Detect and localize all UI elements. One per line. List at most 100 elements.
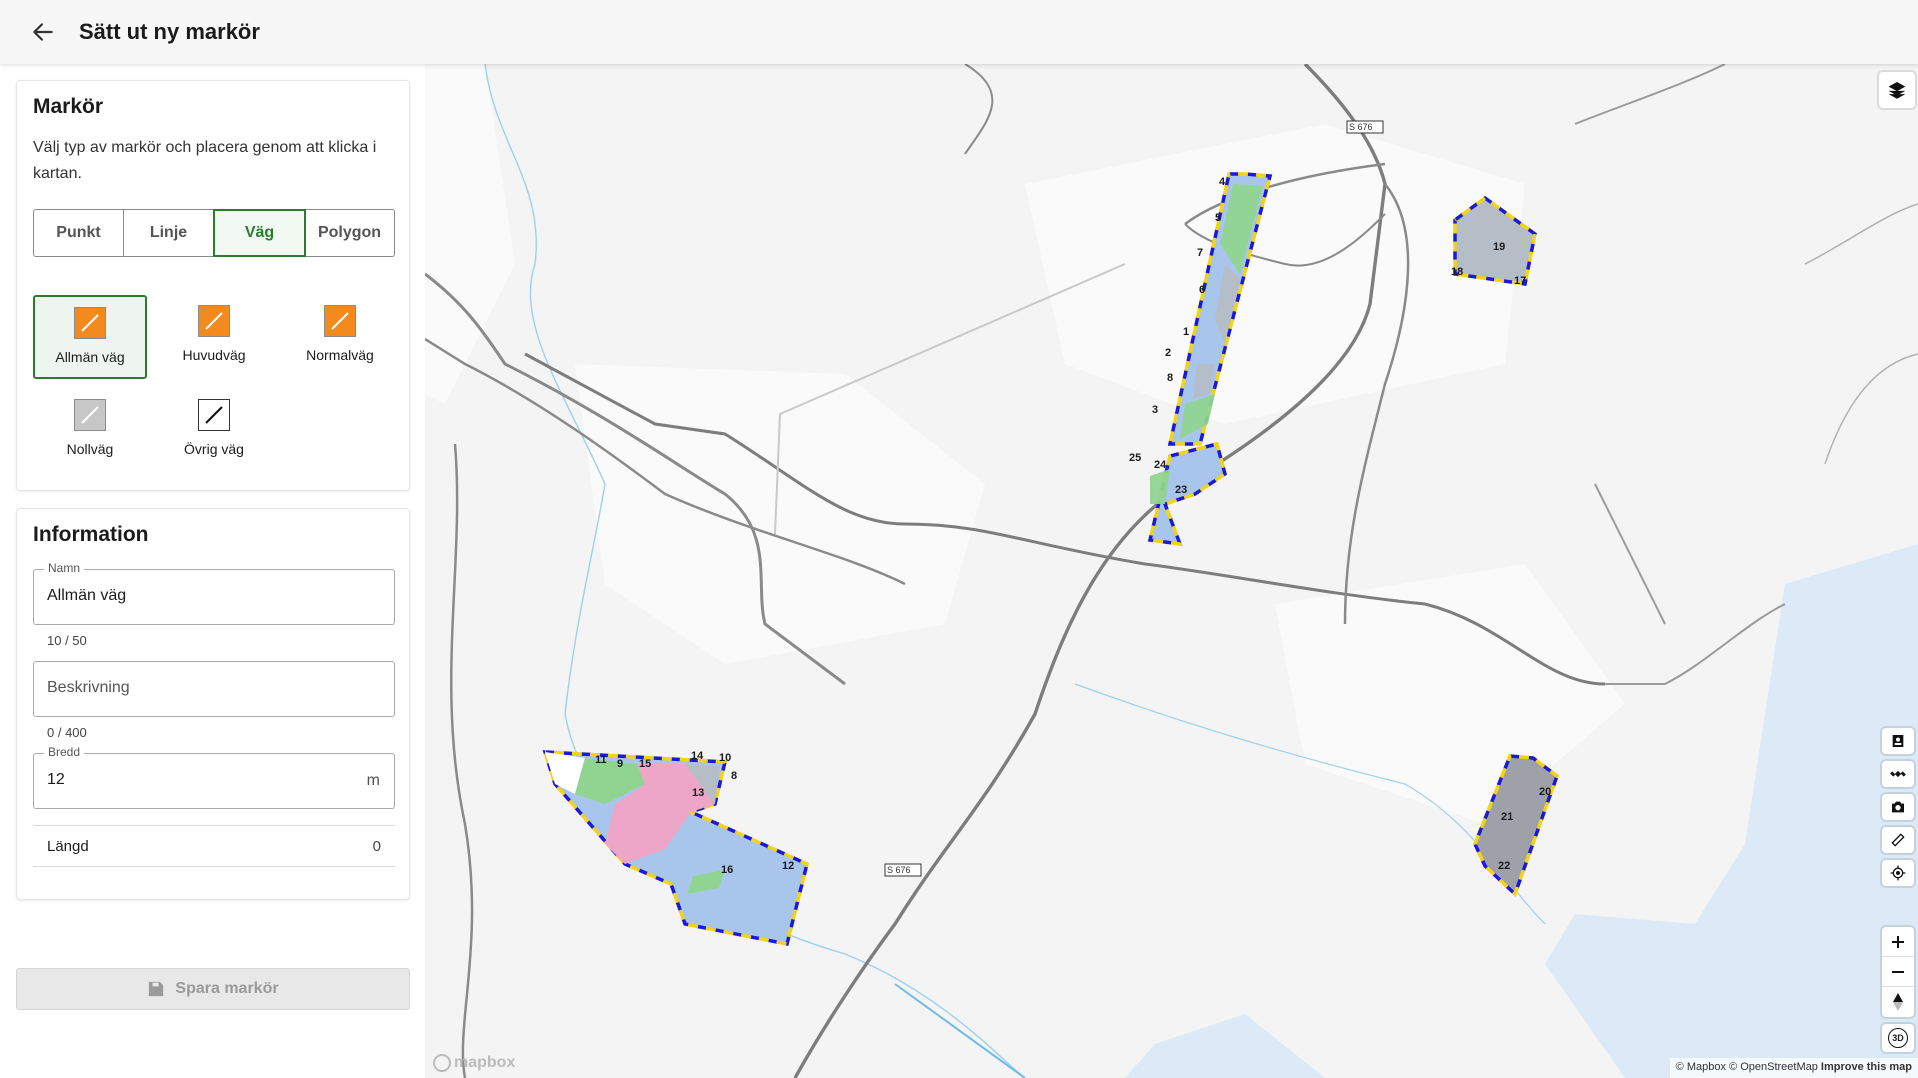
satellite-icon — [1890, 770, 1906, 778]
road-type-normalvag[interactable]: Normalväg — [283, 295, 397, 379]
name-counter: 10 / 50 — [47, 633, 87, 648]
description-field[interactable]: Beskrivning — [33, 661, 395, 717]
parcel-label: 14 — [691, 750, 704, 762]
map-attribution: © Mapbox © OpenStreetMap Improve this ma… — [1669, 1058, 1918, 1078]
parcel-label: 24 — [1154, 459, 1167, 471]
parcel-label: 21 — [1501, 811, 1514, 823]
parcel-label: 17 — [1514, 275, 1527, 287]
mapbox-logo-icon — [433, 1054, 451, 1072]
zoom-out-button[interactable] — [1882, 957, 1914, 987]
parcel-label: 6 — [1199, 284, 1206, 296]
parcel-label: 22 — [1498, 860, 1511, 872]
width-unit: m — [366, 772, 380, 789]
zoom-in-button[interactable] — [1882, 927, 1914, 957]
marker-card: Markör Välj typ av markör och placera ge… — [16, 80, 410, 491]
name-field-value: Allmän väg — [47, 587, 127, 604]
layers-button[interactable] — [1879, 72, 1915, 108]
satellite-button[interactable] — [1882, 761, 1914, 787]
parcel-label: 7 — [1197, 247, 1204, 259]
zoom-controls — [1882, 927, 1914, 1017]
road-type-label: Normalväg — [306, 347, 374, 363]
road-swatch-icon — [198, 305, 230, 337]
top-bar: Sätt ut ny markör — [0, 0, 1918, 64]
road-type-label: Övrig väg — [184, 441, 244, 457]
road-type-ovrig-vag[interactable]: Övrig väg — [157, 389, 271, 473]
parcel-label: 8 — [1167, 372, 1174, 384]
page-title: Sätt ut ny markör — [79, 19, 260, 44]
road-swatch-icon — [324, 305, 356, 337]
parcel-label: 23 — [1175, 484, 1188, 496]
attribution-improve[interactable]: Improve this map — [1821, 1061, 1912, 1073]
save-icon — [149, 981, 164, 997]
contact-icon — [1892, 735, 1904, 747]
compass-button[interactable] — [1882, 987, 1914, 1017]
segment-polygon[interactable]: Polygon — [305, 210, 394, 256]
3d-icon: 3D — [1888, 1028, 1908, 1048]
marker-card-title: Markör — [33, 95, 104, 118]
description-counter: 0 / 400 — [47, 725, 87, 740]
attribution-mapbox[interactable]: © Mapbox — [1676, 1061, 1726, 1073]
road-label: S 676 — [887, 865, 911, 875]
camera-icon — [1892, 801, 1904, 813]
zoom-out-icon — [1892, 970, 1904, 973]
information-card-title: Information — [33, 523, 149, 546]
parcel-label: 8 — [731, 770, 738, 782]
map-canvas[interactable]: S 676 S 676 4 5 7 6 1 2 8 3 25 24 23 19 … — [425, 64, 1918, 1078]
zoom-in-icon — [1892, 935, 1904, 948]
parcel-label: 5 — [1215, 212, 1222, 224]
road-type-nollvag[interactable]: Nollväg — [33, 389, 147, 473]
width-field[interactable]: Bredd 12 m — [33, 745, 395, 809]
segment-vag[interactable]: Väg — [213, 209, 306, 257]
description-placeholder: Beskrivning — [47, 679, 130, 696]
3d-button[interactable]: 3D — [1882, 1024, 1914, 1052]
parcel-label: 25 — [1129, 452, 1142, 464]
mapbox-logo: mapbox — [433, 1054, 515, 1072]
road-swatch-icon — [74, 307, 106, 339]
road-type-huvudvag[interactable]: Huvudväg — [157, 295, 271, 379]
attribution-osm[interactable]: © OpenStreetMap — [1729, 1061, 1818, 1073]
length-value: 0 — [372, 838, 381, 855]
segment-linje[interactable]: Linje — [124, 210, 214, 256]
information-card: Information Namn Allmän väg 10 / 50 Besk… — [16, 508, 410, 900]
road-type-allman-vag[interactable]: Allmän väg — [33, 295, 147, 379]
parcel-label: 19 — [1493, 241, 1506, 253]
compass-icon — [1893, 993, 1903, 1011]
save-marker-button[interactable]: Spara markör — [16, 968, 410, 1010]
save-marker-label: Spara markör — [175, 980, 279, 997]
ruler-button[interactable] — [1882, 827, 1914, 853]
length-label: Längd — [47, 838, 89, 855]
sidebar: Markör Välj typ av markör och placera ge… — [0, 64, 425, 1078]
back-button[interactable] — [30, 19, 56, 45]
road-type-label: Nollväg — [66, 441, 114, 457]
map-base-layer — [425, 64, 1918, 1078]
parcel-label: 3 — [1152, 404, 1159, 416]
mapbox-logo-text: mapbox — [454, 1054, 516, 1071]
locate-icon — [1890, 865, 1906, 881]
parcel-label: 9 — [617, 758, 624, 770]
marker-type-segmented-control: Punkt Linje Väg Polygon — [33, 209, 395, 257]
parcel-label: 15 — [639, 758, 652, 770]
ruler-icon — [1891, 833, 1905, 847]
parcel-label: 10 — [719, 752, 732, 764]
road-label: S 676 — [1349, 122, 1373, 132]
parcel-label: 13 — [692, 787, 705, 799]
contact-button[interactable] — [1882, 728, 1914, 754]
name-field[interactable]: Namn Allmän väg — [33, 561, 395, 625]
parcel-label: 11 — [595, 754, 607, 766]
name-field-label: Namn — [44, 561, 85, 575]
locate-button[interactable] — [1882, 860, 1914, 886]
camera-button[interactable] — [1882, 794, 1914, 820]
parcel-group-southwest[interactable] — [542, 750, 810, 947]
marker-card-description: Välj typ av markör och placera genom att… — [33, 139, 377, 182]
road-swatch-icon — [198, 399, 230, 431]
segment-punkt[interactable]: Punkt — [34, 210, 124, 256]
parcel-label: 18 — [1451, 266, 1464, 278]
parcel-label: 16 — [721, 864, 734, 876]
width-field-value: 12 — [47, 771, 65, 788]
layers-icon — [1888, 82, 1906, 99]
parcel-label: 2 — [1165, 347, 1172, 359]
road-type-label: Huvudväg — [182, 347, 246, 363]
parcel-label: 4 — [1219, 176, 1226, 188]
width-field-label: Bredd — [44, 745, 85, 759]
parcel-label: 1 — [1183, 326, 1190, 338]
